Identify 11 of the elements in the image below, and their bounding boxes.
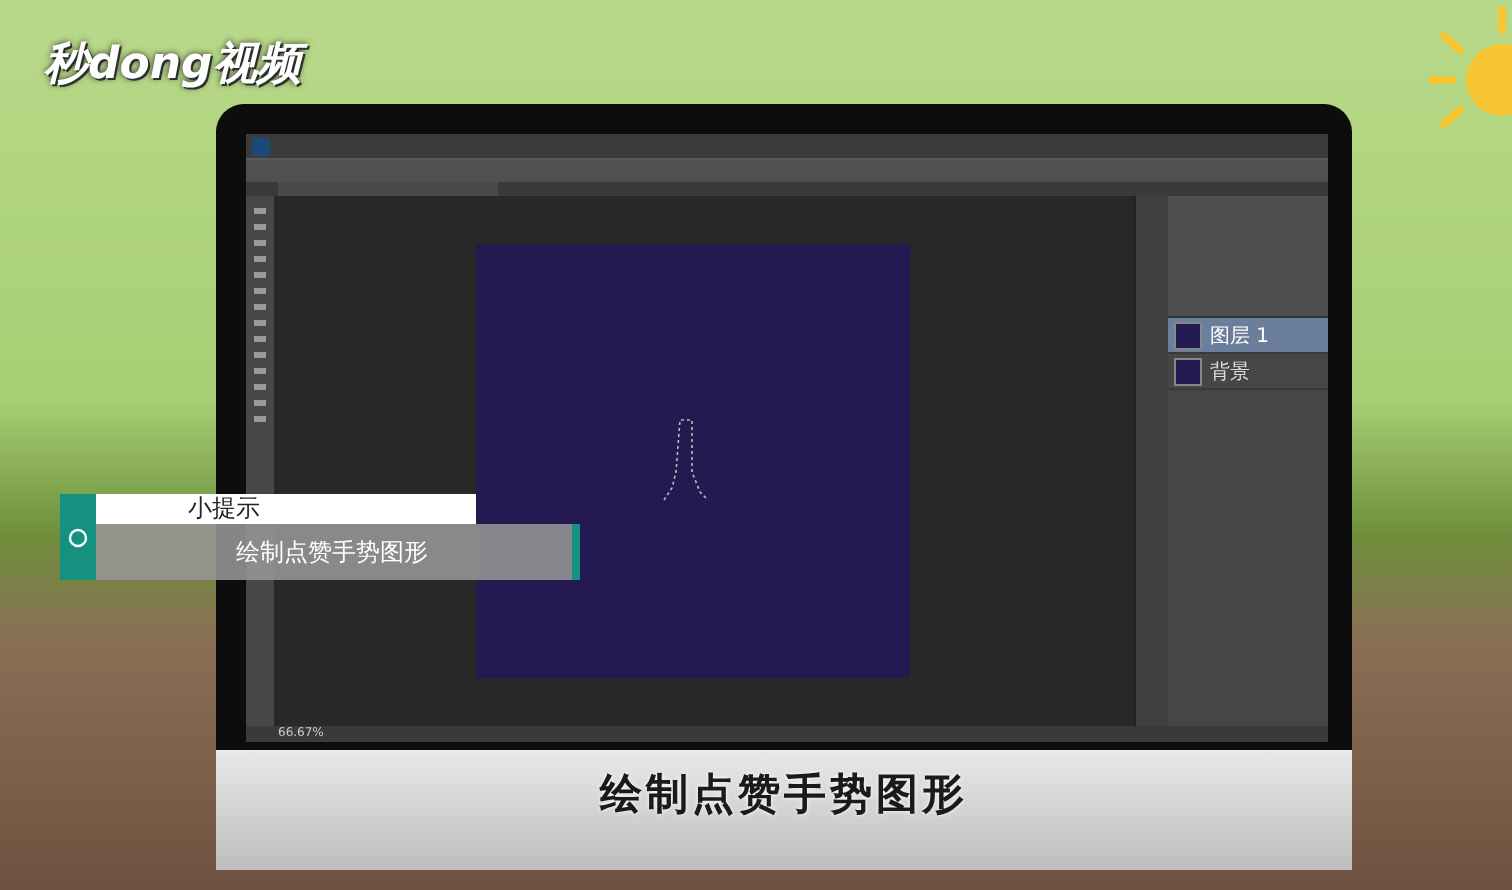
layer-row[interactable]: 图层 1 bbox=[1168, 318, 1328, 354]
video-caption: 绘制点赞手势图形 bbox=[600, 768, 968, 822]
layer-thumbnail bbox=[1174, 321, 1202, 349]
layer-thumbnail bbox=[1174, 357, 1202, 385]
layer-row[interactable]: 背景 bbox=[1168, 354, 1328, 390]
layer-name: 背景 bbox=[1210, 359, 1250, 385]
tip-text: 绘制点赞手势图形 bbox=[96, 524, 580, 580]
app-icon bbox=[252, 137, 270, 155]
tip-title: 小提示 bbox=[96, 494, 476, 524]
document-tab[interactable] bbox=[278, 182, 498, 196]
layer-name: 图层 1 bbox=[1210, 323, 1270, 349]
